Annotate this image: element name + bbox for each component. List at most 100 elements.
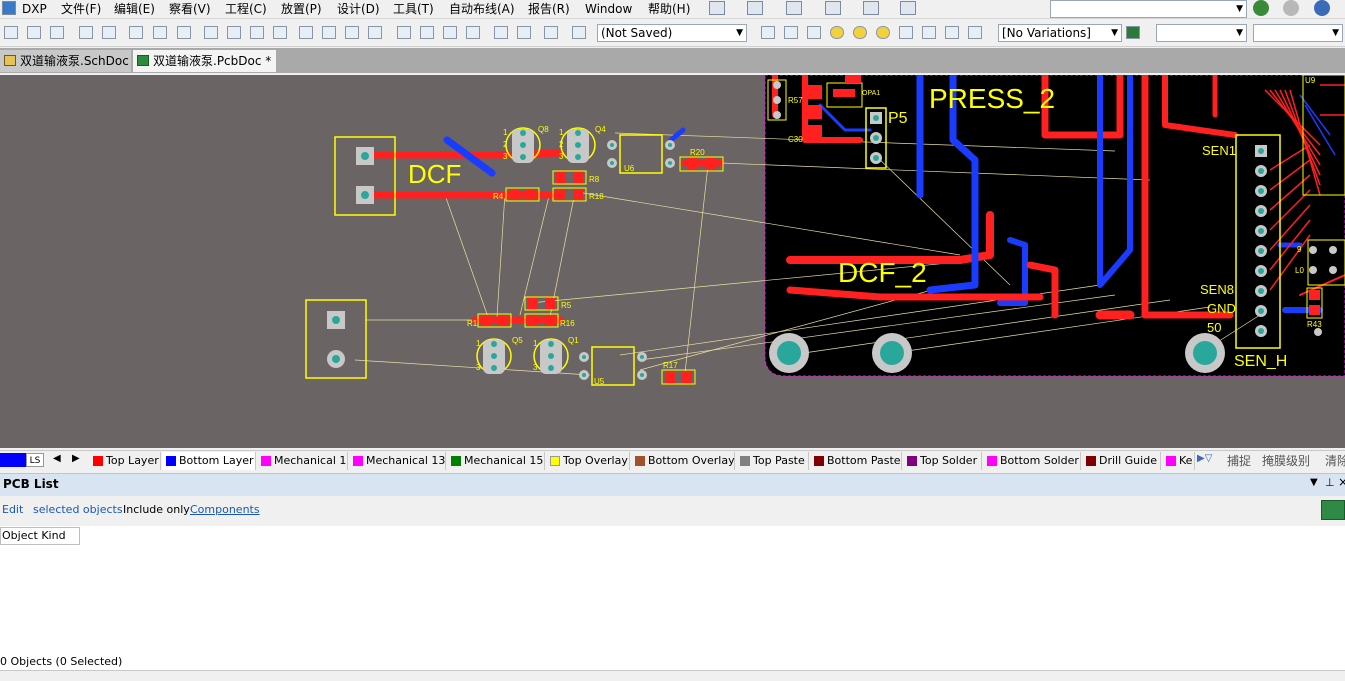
- open-file-icon[interactable]: [27, 26, 41, 39]
- polygon-icon[interactable]: [922, 26, 936, 39]
- forward-icon[interactable]: [1283, 0, 1299, 16]
- differential-pair-icon[interactable]: [807, 26, 821, 39]
- dcf2-label: DCF_2: [838, 257, 927, 288]
- variations-dropdown[interactable]: [No Variations] ▼: [998, 24, 1122, 42]
- layer-tab-mechanical-15[interactable]: Mechanical 15: [447, 452, 545, 470]
- back-icon[interactable]: [1253, 0, 1269, 16]
- component-icon[interactable]: [968, 26, 982, 39]
- layer-tab-bottom-paste[interactable]: Bottom Paste: [810, 452, 902, 470]
- layer-scroll-left[interactable]: ◀: [53, 453, 61, 464]
- route-multiple-icon[interactable]: [784, 26, 798, 39]
- panel-menu-icon[interactable]: ▼: [1310, 477, 1318, 488]
- menu-window[interactable]: Window: [585, 1, 632, 17]
- menu-design[interactable]: 设计(D): [337, 1, 380, 17]
- menu-edit[interactable]: 编辑(E): [114, 1, 155, 17]
- pcb-drawing[interactable]: DCF Q8 1 2 3 Q4 1 2 3 U6 R20 R8 R18 R4 R…: [0, 75, 1345, 448]
- pad-icon[interactable]: [830, 26, 844, 39]
- place-room-icon[interactable]: [786, 1, 802, 15]
- cut-icon[interactable]: [299, 26, 313, 39]
- layer-set-button[interactable]: LS: [26, 453, 44, 467]
- print-icon[interactable]: [79, 26, 93, 39]
- copy-icon[interactable]: [322, 26, 336, 39]
- crossprobe-icon[interactable]: [544, 26, 558, 39]
- selected-objects-link[interactable]: selected objects: [33, 503, 123, 516]
- print-preview-icon[interactable]: [102, 26, 116, 39]
- menu-help[interactable]: 帮助(H): [648, 1, 690, 17]
- layer-tab-bottom-overlay[interactable]: Bottom Overlay: [631, 452, 735, 470]
- save-state-dropdown[interactable]: (Not Saved) ▼: [597, 24, 747, 42]
- interactive-route-icon[interactable]: [709, 1, 725, 15]
- select-filter-icon[interactable]: [466, 26, 480, 39]
- layer-tab-bottom-layer[interactable]: Bottom Layer: [162, 452, 256, 470]
- dimension-icon[interactable]: [825, 1, 841, 15]
- layer-tab-mechanical-13[interactable]: Mechanical 13: [349, 452, 446, 470]
- paste-icon[interactable]: [345, 26, 359, 39]
- new-file-icon[interactable]: [4, 26, 18, 39]
- layer-scroll-right[interactable]: ▶: [72, 453, 80, 464]
- menu-place[interactable]: 放置(P): [281, 1, 322, 17]
- redo-icon[interactable]: [517, 26, 531, 39]
- route-icon[interactable]: [761, 26, 775, 39]
- deselect-icon[interactable]: [443, 26, 457, 39]
- align-icon[interactable]: [747, 1, 763, 15]
- panel-close-icon[interactable]: ×: [1338, 475, 1345, 489]
- select-area-icon[interactable]: [397, 26, 411, 39]
- menu-autoroute[interactable]: 自动布线(A): [449, 1, 515, 17]
- 3d-view-icon[interactable]: [129, 26, 143, 39]
- edit-link[interactable]: Edit: [2, 503, 23, 516]
- clear-button[interactable]: 清除: [1325, 452, 1345, 469]
- layer-tab-top-layer[interactable]: Top Layer: [89, 452, 161, 470]
- pcb-canvas[interactable]: DCF Q8 1 2 3 Q4 1 2 3 U6 R20 R8 R18 R4 R…: [0, 75, 1345, 448]
- secondary-dropdown[interactable]: ▼: [1253, 24, 1343, 42]
- interactive-route-snap-icon[interactable]: [863, 1, 879, 15]
- pcb-list-options-icon[interactable]: [1321, 500, 1345, 520]
- snap-button[interactable]: 捕捉: [1227, 452, 1251, 469]
- home-icon[interactable]: [1314, 0, 1330, 16]
- tab-schdoc[interactable]: 双道输液泵.SchDoc: [0, 50, 131, 72]
- menu-dxp[interactable]: DXP: [22, 1, 47, 17]
- components-link[interactable]: Components: [190, 503, 260, 516]
- menu-tools[interactable]: 工具(T): [393, 1, 434, 17]
- tab-pcbdoc[interactable]: 双道输液泵.PcbDoc *: [133, 50, 276, 72]
- panel-pin-icon[interactable]: ⊥: [1325, 476, 1335, 489]
- view-dropdown[interactable]: ▼: [1156, 24, 1247, 42]
- bottom-paste-swatch: [814, 456, 824, 466]
- menu-project[interactable]: 工程(C): [225, 1, 267, 17]
- browse-component-icon[interactable]: [572, 26, 586, 39]
- move-icon[interactable]: [420, 26, 434, 39]
- layer-tab-top-paste[interactable]: Top Paste: [736, 452, 809, 470]
- svg-text:P5: P5: [888, 110, 908, 127]
- zoom-fit-icon[interactable]: [204, 26, 218, 39]
- menu-reports[interactable]: 报告(R): [528, 1, 570, 17]
- search-dropdown[interactable]: ▼: [1050, 0, 1247, 18]
- board-view-icon[interactable]: [153, 26, 167, 39]
- layer-tab-top-overlay[interactable]: Top Overlay: [546, 452, 630, 470]
- layer-tab-drill-guide[interactable]: Drill Guide: [1082, 452, 1161, 470]
- clear-filter-icon[interactable]: [273, 26, 287, 39]
- fill-icon[interactable]: [899, 26, 913, 39]
- column-header-object-kind[interactable]: Object Kind: [0, 527, 80, 545]
- undo-icon[interactable]: [494, 26, 508, 39]
- component-view-icon[interactable]: [177, 26, 191, 39]
- rubber-stamp-icon[interactable]: [368, 26, 382, 39]
- layer-tab-top-solder[interactable]: Top Solder: [903, 452, 982, 470]
- menu-view[interactable]: 察看(V): [169, 1, 211, 17]
- layer-more-icon[interactable]: ▶▽: [1197, 453, 1212, 464]
- layer-tab-bottom-solder[interactable]: Bottom Solder: [983, 452, 1081, 470]
- zoom-area-icon[interactable]: [227, 26, 241, 39]
- q1-transistor: Q1 1 3: [533, 336, 579, 374]
- svg-text:9: 9: [1297, 245, 1302, 254]
- zoom-selected-icon[interactable]: [250, 26, 264, 39]
- layer-tab-mechanical-1[interactable]: Mechanical 1: [257, 452, 348, 470]
- via-icon[interactable]: [853, 26, 867, 39]
- arc-icon[interactable]: [876, 26, 890, 39]
- save-icon[interactable]: [50, 26, 64, 39]
- board-insight-icon[interactable]: [1126, 26, 1140, 39]
- menu-file[interactable]: 文件(F): [61, 1, 101, 17]
- top-layer-swatch: [93, 456, 103, 466]
- grid-icon[interactable]: [900, 1, 916, 15]
- layer-tab-keep-out[interactable]: Ke: [1162, 452, 1195, 470]
- mask-level-button[interactable]: 掩膜级别: [1262, 452, 1310, 469]
- pcb-list-header: PCB List ▼ ⊥ ×: [0, 473, 1345, 497]
- string-icon[interactable]: [945, 26, 959, 39]
